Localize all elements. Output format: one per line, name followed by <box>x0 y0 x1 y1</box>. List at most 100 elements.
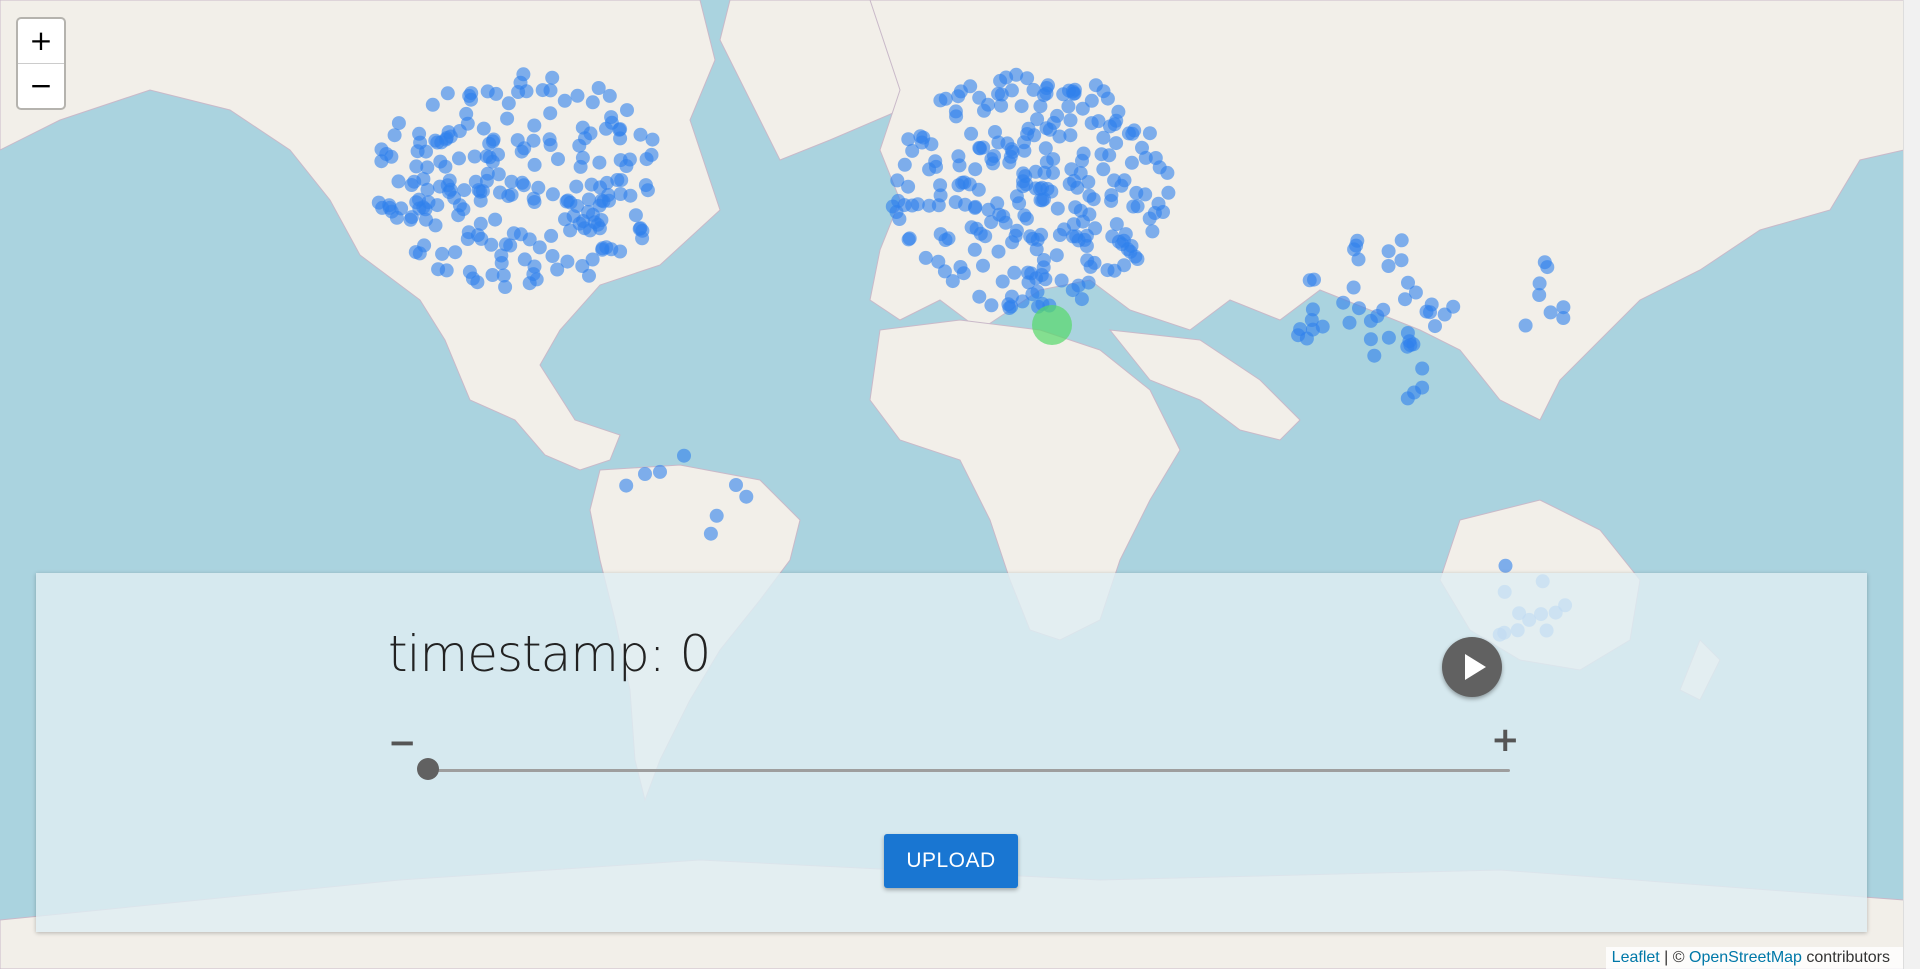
location-marker[interactable] <box>922 162 937 177</box>
location-marker[interactable] <box>374 154 389 169</box>
location-marker[interactable] <box>592 155 607 170</box>
location-marker[interactable] <box>1100 263 1115 278</box>
location-marker[interactable] <box>729 478 743 492</box>
location-marker[interactable] <box>493 185 507 200</box>
location-marker[interactable] <box>391 116 406 131</box>
page-scrollbar[interactable] <box>1903 0 1920 969</box>
location-marker[interactable] <box>1082 207 1097 222</box>
location-marker[interactable] <box>996 209 1011 224</box>
location-marker[interactable] <box>613 122 628 137</box>
location-marker[interactable] <box>1446 299 1461 314</box>
location-marker[interactable] <box>1084 116 1099 131</box>
location-marker[interactable] <box>1023 229 1038 244</box>
location-marker[interactable] <box>951 89 966 104</box>
location-marker[interactable] <box>1038 141 1053 156</box>
location-marker[interactable] <box>1142 126 1157 141</box>
location-marker[interactable] <box>1068 200 1083 215</box>
location-marker[interactable] <box>1063 113 1078 128</box>
location-marker[interactable] <box>1020 127 1035 141</box>
location-marker[interactable] <box>653 464 667 479</box>
location-marker[interactable] <box>994 87 1009 102</box>
location-marker[interactable] <box>430 198 445 213</box>
osm-link[interactable]: OpenStreetMap <box>1689 949 1802 966</box>
location-marker[interactable] <box>1161 185 1176 200</box>
location-marker[interactable] <box>910 197 925 212</box>
location-marker[interactable] <box>1109 136 1124 151</box>
location-marker[interactable] <box>581 192 596 207</box>
location-marker[interactable] <box>1424 297 1439 312</box>
location-marker[interactable] <box>1124 155 1139 170</box>
location-marker[interactable] <box>585 95 600 110</box>
location-marker[interactable] <box>452 151 466 166</box>
location-marker[interactable] <box>1074 292 1089 307</box>
location-marker[interactable] <box>890 173 905 188</box>
location-marker[interactable] <box>1109 113 1124 128</box>
location-marker[interactable] <box>709 508 724 523</box>
location-marker[interactable] <box>937 264 952 279</box>
location-marker[interactable] <box>1004 289 1019 304</box>
location-marker[interactable] <box>958 197 973 212</box>
timestamp-slider-track[interactable] <box>428 769 1510 772</box>
location-marker[interactable] <box>628 208 643 223</box>
location-marker[interactable] <box>441 125 456 140</box>
location-marker[interactable] <box>542 132 557 147</box>
zoom-out-button[interactable]: − <box>18 63 64 108</box>
location-marker[interactable] <box>1009 189 1024 204</box>
location-marker[interactable] <box>442 185 457 200</box>
location-marker[interactable] <box>1299 331 1314 346</box>
location-marker[interactable] <box>891 193 906 208</box>
location-marker[interactable] <box>1124 239 1139 253</box>
location-marker[interactable] <box>1135 140 1149 155</box>
location-marker[interactable] <box>1065 229 1080 244</box>
location-marker[interactable] <box>1049 248 1064 263</box>
location-marker[interactable] <box>584 177 599 192</box>
location-marker[interactable] <box>1002 155 1017 170</box>
location-marker[interactable] <box>963 79 978 94</box>
location-marker[interactable] <box>892 212 907 226</box>
location-marker[interactable] <box>972 289 987 304</box>
location-marker[interactable] <box>517 141 532 156</box>
location-marker[interactable] <box>1151 196 1166 211</box>
location-marker[interactable] <box>387 128 402 143</box>
location-marker[interactable] <box>1160 165 1175 180</box>
location-marker[interactable] <box>640 183 655 198</box>
location-marker[interactable] <box>1076 146 1091 161</box>
location-marker[interactable] <box>1363 332 1378 347</box>
location-marker[interactable] <box>494 256 509 270</box>
location-marker[interactable] <box>544 228 559 243</box>
location-marker[interactable] <box>551 152 565 167</box>
location-marker[interactable] <box>1336 295 1351 310</box>
location-marker[interactable] <box>933 188 948 203</box>
location-marker[interactable] <box>435 246 450 261</box>
location-marker[interactable] <box>462 88 477 103</box>
location-marker[interactable] <box>977 103 991 118</box>
location-marker[interactable] <box>1096 162 1111 177</box>
location-marker[interactable] <box>545 187 560 202</box>
location-marker[interactable] <box>1050 201 1065 216</box>
location-marker[interactable] <box>1130 199 1145 214</box>
location-marker[interactable] <box>457 183 472 198</box>
location-marker[interactable] <box>1367 348 1382 363</box>
location-marker[interactable] <box>563 223 578 238</box>
location-marker[interactable] <box>1302 273 1317 288</box>
location-marker[interactable] <box>1066 217 1081 232</box>
location-marker[interactable] <box>739 489 754 504</box>
location-marker[interactable] <box>513 227 528 242</box>
decrement-button[interactable]: − <box>388 726 417 760</box>
location-marker[interactable] <box>484 237 499 252</box>
location-marker[interactable] <box>545 70 560 85</box>
location-marker[interactable] <box>440 86 455 101</box>
location-marker[interactable] <box>677 448 691 463</box>
location-marker[interactable] <box>498 280 513 294</box>
location-marker[interactable] <box>1556 300 1571 315</box>
location-marker[interactable] <box>591 81 606 95</box>
location-marker[interactable] <box>990 196 1005 211</box>
location-marker[interactable] <box>1096 130 1111 145</box>
upload-button[interactable]: UPLOAD <box>884 834 1018 888</box>
location-marker[interactable] <box>1050 108 1065 123</box>
location-marker[interactable] <box>913 129 928 144</box>
location-marker[interactable] <box>991 244 1006 259</box>
location-marker[interactable] <box>1428 319 1442 334</box>
location-marker[interactable] <box>1025 287 1040 302</box>
location-marker[interactable] <box>1125 126 1140 141</box>
